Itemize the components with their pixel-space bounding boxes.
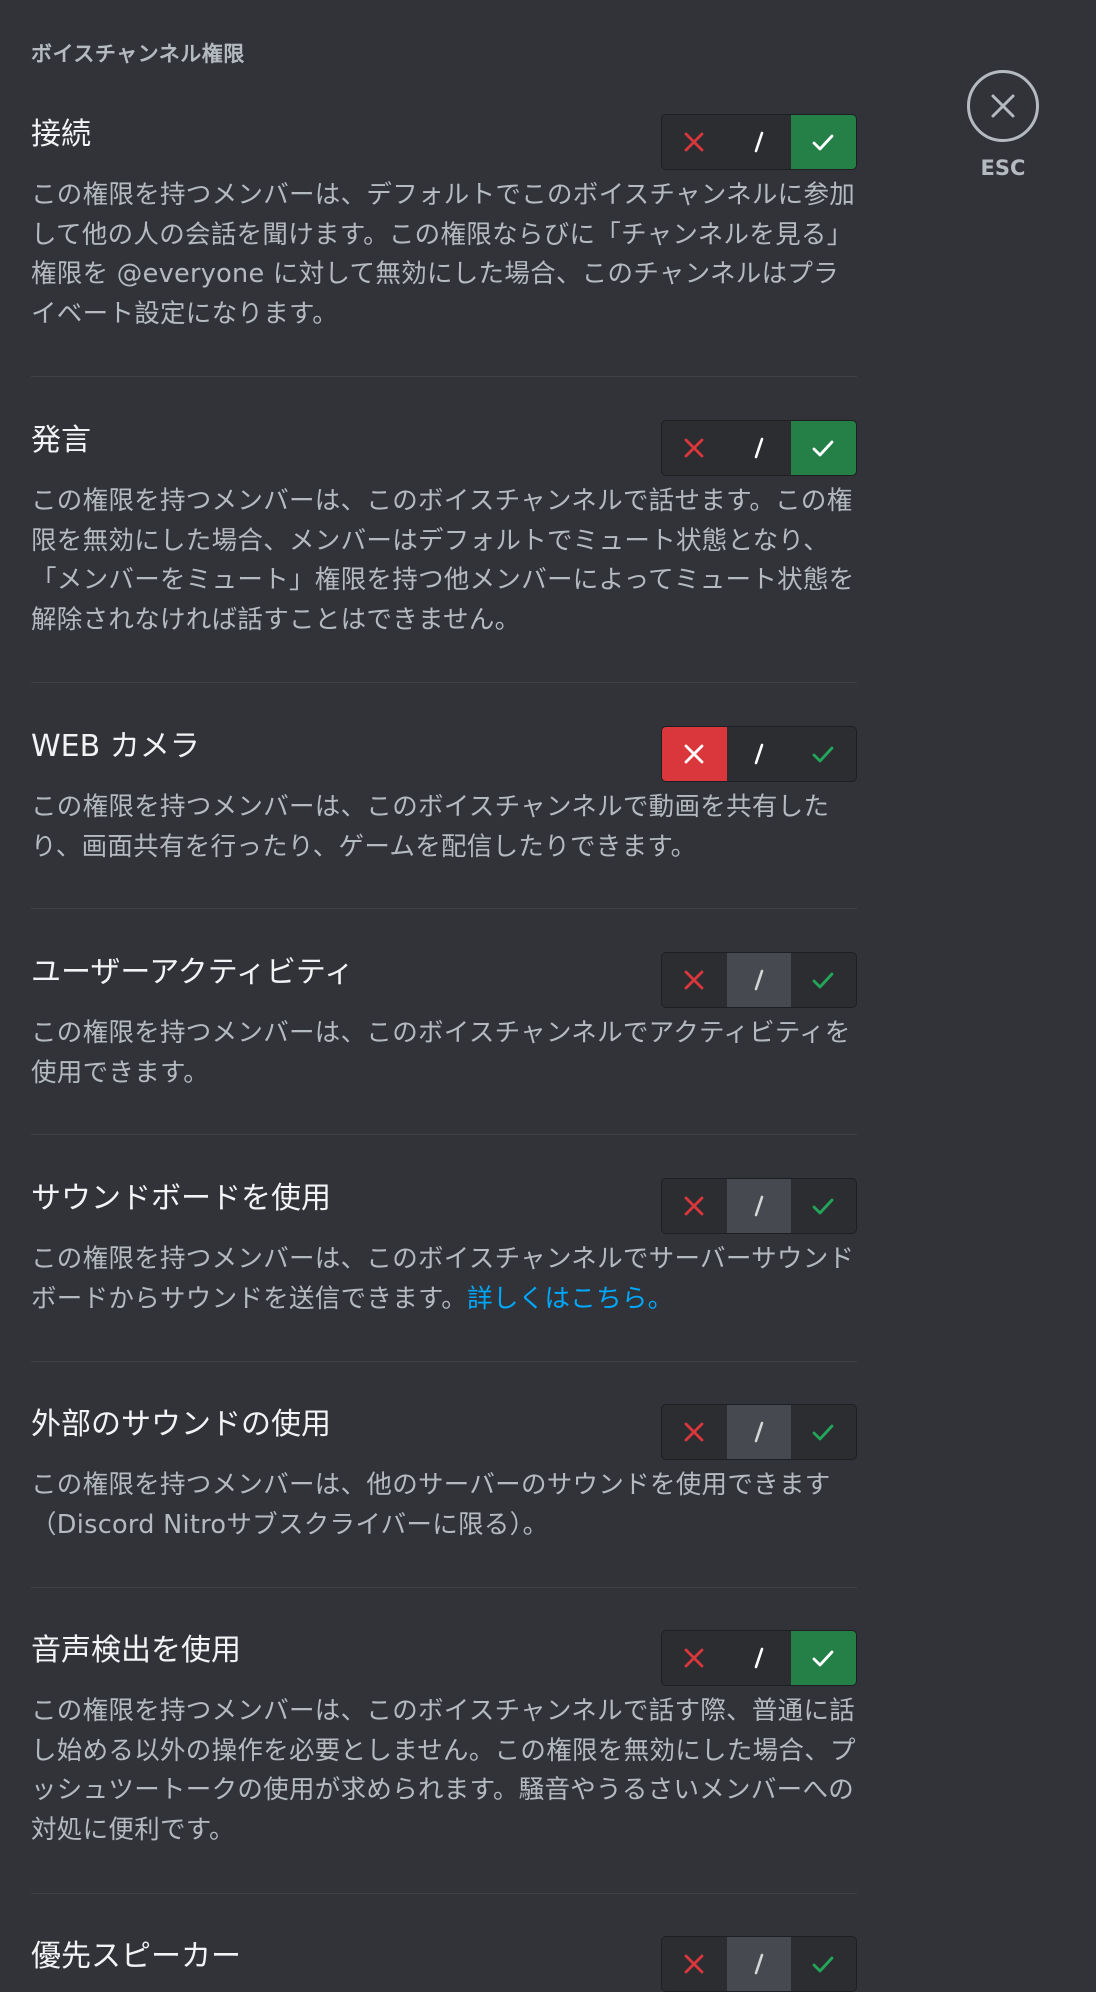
permission-title: 発言 [31,423,91,458]
allow-button[interactable] [791,1405,856,1459]
allow-check-icon [813,972,834,989]
divider [31,1587,857,1588]
neutral-slash-icon [754,969,764,991]
close-icon [991,94,1015,118]
permission-toggle [661,1404,857,1460]
permission-title: 音声検出を使用 [31,1633,241,1668]
allow-button[interactable] [791,1631,856,1685]
deny-x-icon [684,1422,704,1442]
permission-title: 優先スピーカー [31,1939,241,1974]
deny-button[interactable] [662,953,727,1007]
permission-toggle [661,1936,857,1992]
allow-button[interactable] [791,115,856,169]
deny-x-icon [684,438,704,458]
neutral-button[interactable] [727,421,792,475]
neutral-slash-icon [754,437,764,459]
permission-title: 接続 [31,117,91,152]
allow-check-icon [813,440,834,457]
deny-button[interactable] [662,1631,727,1685]
neutral-slash-icon [754,1195,764,1217]
permission-title: ユーザーアクティビティ [31,955,355,990]
allow-button[interactable] [791,727,856,781]
permission-description: この権限を持つメンバーは、他のサーバーのサウンドを使用できます（Discord … [31,1470,831,1540]
permission-toggle [661,114,857,170]
allow-button[interactable] [791,1937,856,1991]
esc-label: ESC [980,156,1026,180]
neutral-slash-icon [754,1647,764,1669]
allow-check-icon [813,1424,834,1441]
permission-title: サウンドボードを使用 [31,1181,331,1216]
divider [31,1361,857,1362]
divider [31,908,857,909]
deny-button[interactable] [662,1179,727,1233]
neutral-slash-icon [754,131,764,153]
deny-x-icon [684,1954,704,1974]
permission-description: この権限を持つメンバーは、このボイスチャンネルで動画を共有したり、画面共有を行っ… [31,792,830,862]
learn-more-link[interactable]: 詳しくはこちら。 [467,1284,673,1314]
allow-check-icon [813,1198,834,1215]
deny-x-icon [684,1648,704,1668]
permission-description: この権限を持つメンバーは、このボイスチャンネルで話す際、普通に話し始める以外の操… [31,1696,856,1845]
neutral-button[interactable] [726,953,792,1007]
permission-toggle [661,420,857,476]
allow-check-icon [813,1956,834,1973]
deny-button[interactable] [662,1405,727,1459]
section-title: ボイスチャンネル権限 [31,42,245,66]
neutral-button[interactable] [726,1937,792,1991]
permission-title: WEB カメラ [31,729,200,764]
permission-description: この権限を持つメンバーは、このボイスチャンネルでアクティビティを使用できます。 [31,1018,851,1088]
permission-toggle [661,726,857,782]
neutral-slash-icon [754,1953,764,1975]
neutral-slash-icon [754,743,764,765]
allow-check-icon [813,1650,834,1667]
allow-button[interactable] [791,953,856,1007]
deny-x-icon [684,744,704,764]
close-circle[interactable] [967,70,1039,142]
permission-title: 外部のサウンドの使用 [31,1407,331,1442]
neutral-button[interactable] [726,1179,792,1233]
divider [31,1134,857,1135]
allow-button[interactable] [791,1179,856,1233]
deny-x-icon [684,1196,704,1216]
permission-toggle [661,1630,857,1686]
neutral-slash-icon [754,1421,764,1443]
allow-check-icon [813,746,834,763]
deny-x-icon [684,970,704,990]
divider [31,1893,857,1894]
close-button[interactable]: ESC [967,70,1039,180]
deny-x-icon [684,132,704,152]
permission-toggle [661,1178,857,1234]
deny-button[interactable] [662,1937,727,1991]
permission-description: この権限を持つメンバーは、このボイスチャンネルでサーバーサウンドボードからサウン… [31,1240,857,1319]
permission-description: この権限を持つメンバーは、このボイスチャンネルで話せます。この権限を無効にした場… [31,486,855,635]
permission-toggle [661,952,857,1008]
neutral-button[interactable] [726,1405,792,1459]
deny-button[interactable] [662,727,727,781]
permission-description-text: この権限を持つメンバーは、このボイスチャンネルでサーバーサウンドボードからサウン… [31,1244,855,1314]
divider [31,376,857,377]
permission-description: この権限を持つメンバーは、デフォルトでこのボイスチャンネルに参加して他の人の会話… [31,180,856,329]
divider [31,682,857,683]
deny-button[interactable] [662,421,727,475]
neutral-button[interactable] [727,727,792,781]
deny-button[interactable] [662,115,727,169]
neutral-button[interactable] [727,1631,792,1685]
neutral-button[interactable] [727,115,792,169]
allow-check-icon [813,134,834,151]
right-panel [922,0,1096,1977]
allow-button[interactable] [791,421,856,475]
